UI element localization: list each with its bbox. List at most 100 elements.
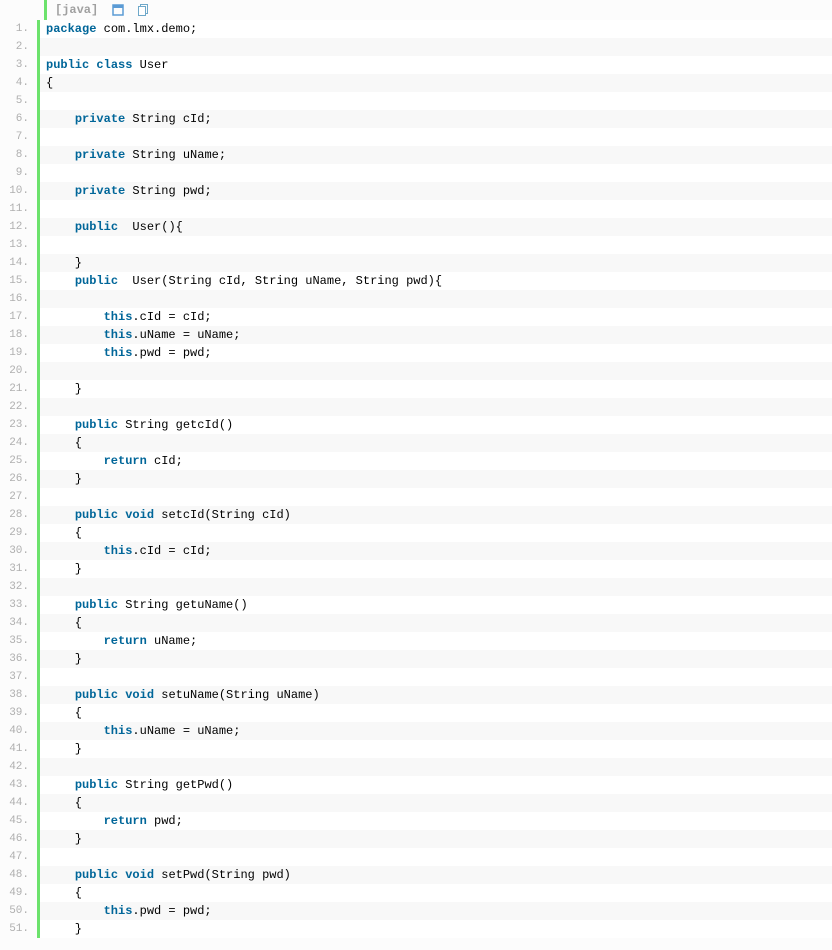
code-line: 17. this.cId = cId; xyxy=(0,308,832,326)
line-number: 2. xyxy=(0,38,40,56)
code-line: 28. public void setcId(String cId) xyxy=(0,506,832,524)
code-line: 44. { xyxy=(0,794,832,812)
line-number: 22. xyxy=(0,398,40,416)
line-number: 14. xyxy=(0,254,40,272)
code-content xyxy=(40,488,832,506)
code-content: private String pwd; xyxy=(40,182,832,200)
code-line: 45. return pwd; xyxy=(0,812,832,830)
code-line: 20. xyxy=(0,362,832,380)
code-line: 7. xyxy=(0,128,832,146)
code-content: { xyxy=(40,794,832,812)
code-content: public String getcId() xyxy=(40,416,832,434)
code-content: { xyxy=(40,614,832,632)
code-line: 38. public void setuName(String uName) xyxy=(0,686,832,704)
code-line: 26. } xyxy=(0,470,832,488)
line-number: 43. xyxy=(0,776,40,794)
code-content: public void setPwd(String pwd) xyxy=(40,866,832,884)
code-line: 41. } xyxy=(0,740,832,758)
line-number: 21. xyxy=(0,380,40,398)
code-content xyxy=(40,200,832,218)
line-number: 38. xyxy=(0,686,40,704)
code-content: return uName; xyxy=(40,632,832,650)
line-number: 25. xyxy=(0,452,40,470)
code-content: { xyxy=(40,434,832,452)
code-content xyxy=(40,848,832,866)
code-line: 15. public User(String cId, String uName… xyxy=(0,272,832,290)
line-number: 6. xyxy=(0,110,40,128)
code-content: } xyxy=(40,920,832,938)
code-line: 21. } xyxy=(0,380,832,398)
line-number: 13. xyxy=(0,236,40,254)
line-number: 39. xyxy=(0,704,40,722)
line-number: 46. xyxy=(0,830,40,848)
line-number: 8. xyxy=(0,146,40,164)
line-number: 49. xyxy=(0,884,40,902)
code-line: 3.public class User xyxy=(0,56,832,74)
view-source-icon[interactable] xyxy=(112,4,124,16)
code-content: public String getPwd() xyxy=(40,776,832,794)
line-number: 32. xyxy=(0,578,40,596)
code-line: 19. this.pwd = pwd; xyxy=(0,344,832,362)
code-content: public void setcId(String cId) xyxy=(40,506,832,524)
code-content xyxy=(40,668,832,686)
code-content xyxy=(40,164,832,182)
code-line: 16. xyxy=(0,290,832,308)
code-line: 29. { xyxy=(0,524,832,542)
line-number: 42. xyxy=(0,758,40,776)
code-line: 46. } xyxy=(0,830,832,848)
code-line: 32. xyxy=(0,578,832,596)
code-content: { xyxy=(40,524,832,542)
code-line: 48. public void setPwd(String pwd) xyxy=(0,866,832,884)
line-number: 37. xyxy=(0,668,40,686)
code-toolbar: [java] xyxy=(44,0,832,20)
code-line: 49. { xyxy=(0,884,832,902)
code-line: 34. { xyxy=(0,614,832,632)
code-content: } xyxy=(40,254,832,272)
code-line: 13. xyxy=(0,236,832,254)
code-line: 5. xyxy=(0,92,832,110)
code-content xyxy=(40,362,832,380)
code-line: 18. this.uName = uName; xyxy=(0,326,832,344)
code-content: public class User xyxy=(40,56,832,74)
line-number: 26. xyxy=(0,470,40,488)
line-number: 23. xyxy=(0,416,40,434)
line-number: 19. xyxy=(0,344,40,362)
line-number: 27. xyxy=(0,488,40,506)
line-number: 10. xyxy=(0,182,40,200)
code-line: 25. return cId; xyxy=(0,452,832,470)
code-content: } xyxy=(40,380,832,398)
line-number: 30. xyxy=(0,542,40,560)
code-content: { xyxy=(40,884,832,902)
code-line: 31. } xyxy=(0,560,832,578)
code-content: } xyxy=(40,470,832,488)
line-number: 11. xyxy=(0,200,40,218)
code-line: 2. xyxy=(0,38,832,56)
line-number: 34. xyxy=(0,614,40,632)
line-number: 41. xyxy=(0,740,40,758)
code-line: 12. public User(){ xyxy=(0,218,832,236)
line-number: 7. xyxy=(0,128,40,146)
code-line: 33. public String getuName() xyxy=(0,596,832,614)
line-number: 45. xyxy=(0,812,40,830)
line-number: 33. xyxy=(0,596,40,614)
code-content xyxy=(40,38,832,56)
code-line: 23. public String getcId() xyxy=(0,416,832,434)
copy-icon[interactable] xyxy=(138,4,150,16)
code-line: 43. public String getPwd() xyxy=(0,776,832,794)
code-content: } xyxy=(40,650,832,668)
code-content: this.cId = cId; xyxy=(40,542,832,560)
code-line: 8. private String uName; xyxy=(0,146,832,164)
line-number: 15. xyxy=(0,272,40,290)
code-content: } xyxy=(40,560,832,578)
line-number: 31. xyxy=(0,560,40,578)
line-number: 16. xyxy=(0,290,40,308)
code-content: this.uName = uName; xyxy=(40,722,832,740)
code-content: this.cId = cId; xyxy=(40,308,832,326)
code-content: return cId; xyxy=(40,452,832,470)
line-number: 9. xyxy=(0,164,40,182)
code-block: 1.package com.lmx.demo;2. 3.public class… xyxy=(0,20,832,938)
line-number: 47. xyxy=(0,848,40,866)
code-content: private String uName; xyxy=(40,146,832,164)
line-number: 44. xyxy=(0,794,40,812)
code-content xyxy=(40,758,832,776)
